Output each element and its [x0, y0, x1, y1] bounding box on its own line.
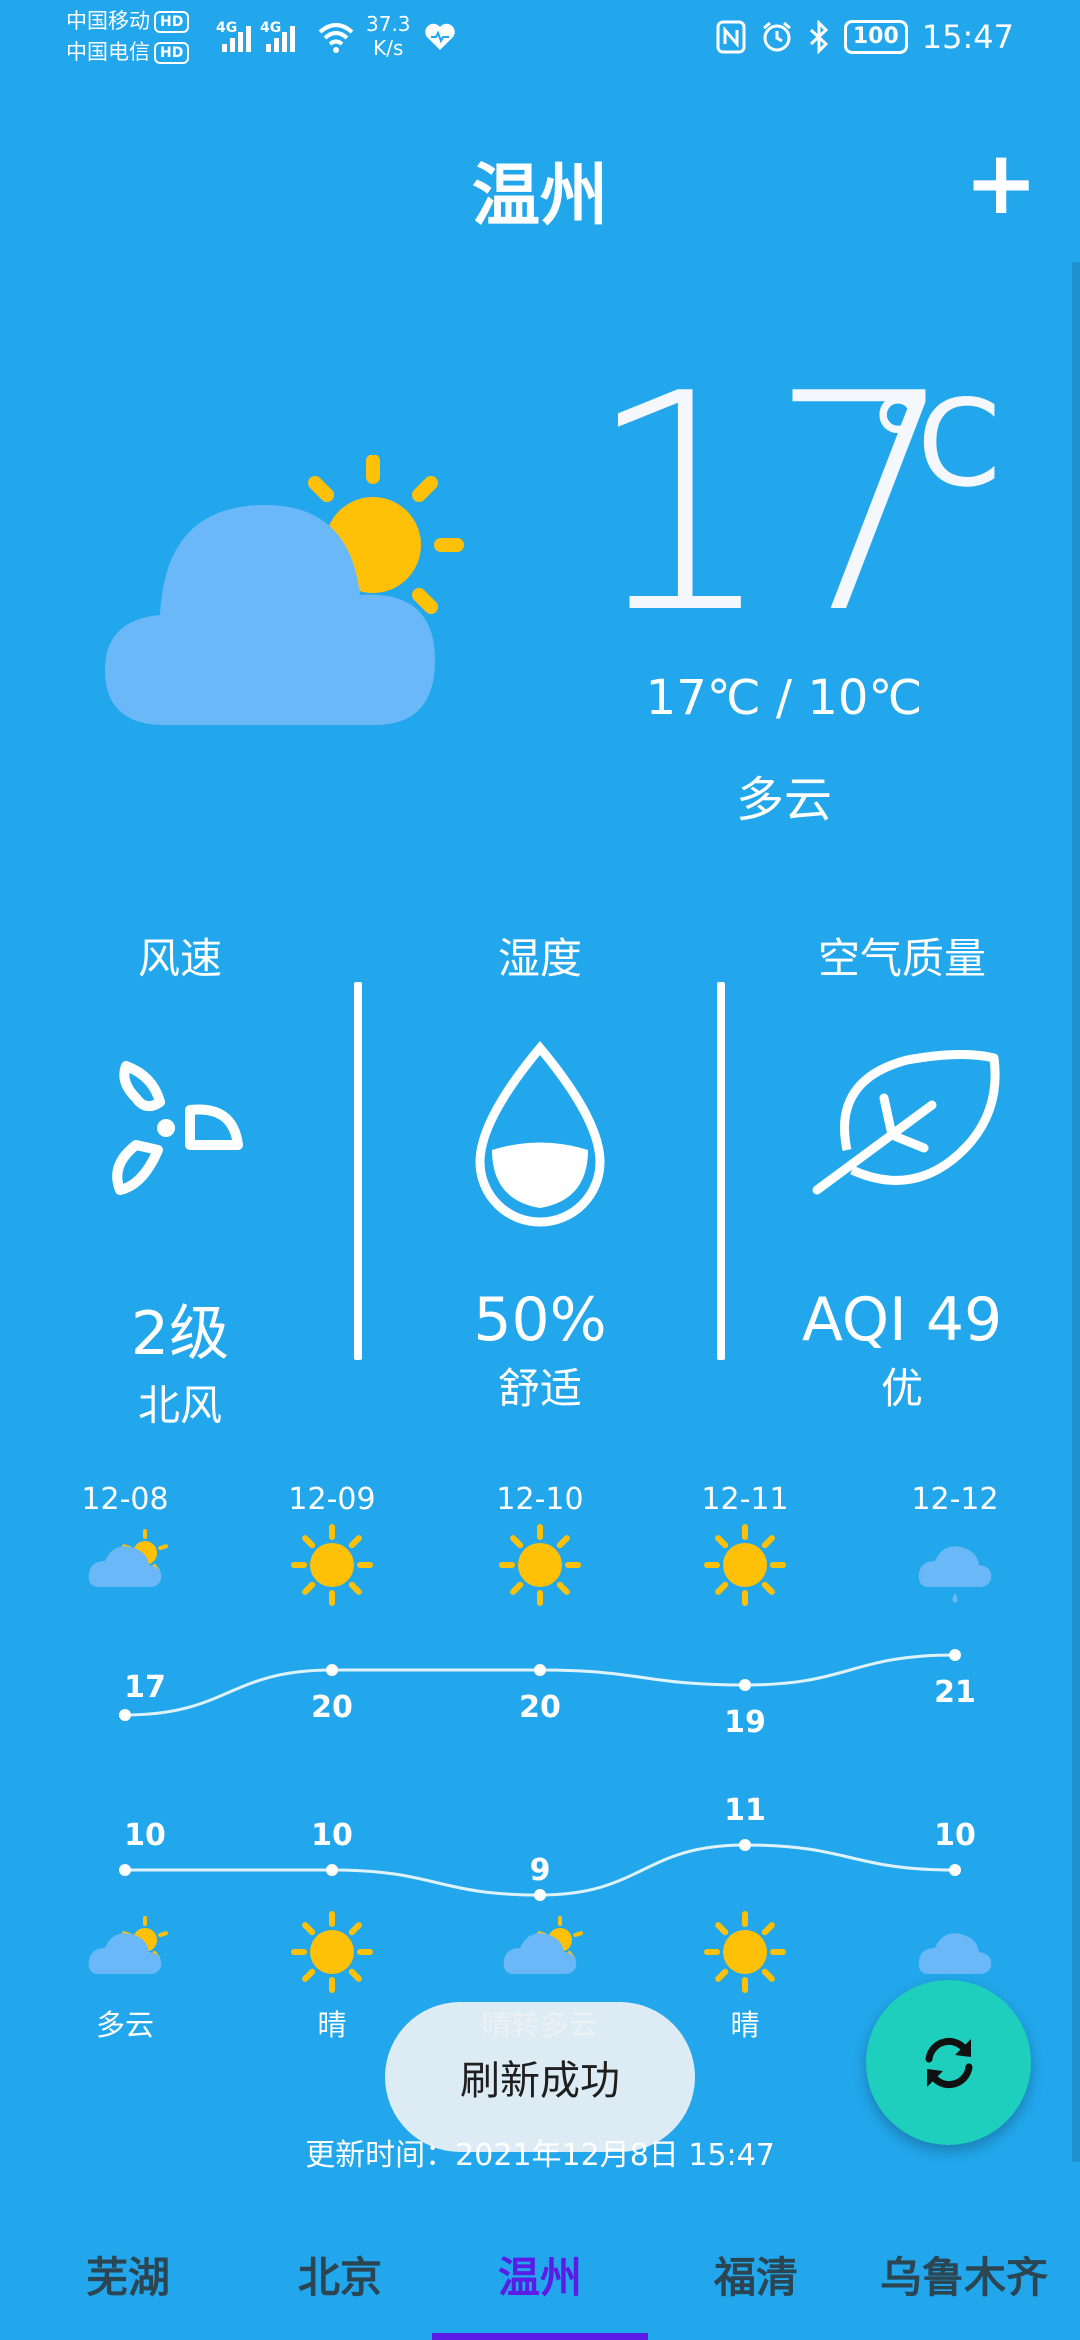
- high-temp-line-point: [739, 1679, 751, 1691]
- cloud-icon: [918, 1933, 992, 1974]
- refresh-button[interactable]: [866, 1980, 1031, 2145]
- partly-cloudy-icon: [88, 1529, 168, 1587]
- partly-cloudy-icon: [503, 1916, 583, 1974]
- high-temp-line-point: [326, 1664, 338, 1676]
- low-temp-line: [125, 1843, 956, 1897]
- tab-city[interactable]: 温州: [432, 2244, 648, 2305]
- high-temp-line-point: [534, 1664, 546, 1676]
- sun-icon: [499, 1524, 581, 1606]
- refresh-icon: [925, 2037, 972, 2088]
- partly-cloudy-icon: [88, 1916, 168, 1974]
- low-temp-line-point: [326, 1864, 338, 1876]
- update-time: 更新时间：2021年12月8日 15:47: [305, 2138, 775, 2173]
- tab-city[interactable]: 北京: [232, 2244, 448, 2305]
- low-temp-line-point: [739, 1839, 751, 1851]
- tab-city[interactable]: 福清: [648, 2244, 864, 2305]
- low-temp-line-point: [119, 1864, 131, 1876]
- active-tab-indicator: [432, 2333, 648, 2340]
- tab-city[interactable]: 芜湖: [20, 2244, 236, 2305]
- rain-cloud-icon: [918, 1546, 992, 1603]
- low-temp-line-point: [534, 1889, 546, 1901]
- high-temp-line-point: [949, 1649, 961, 1661]
- sun-icon: [291, 1524, 373, 1606]
- high-temp-line-point: [119, 1709, 131, 1721]
- sun-icon: [704, 1911, 786, 1993]
- sun-icon: [704, 1524, 786, 1606]
- tab-city[interactable]: 乌鲁木齐: [880, 2244, 1080, 2305]
- low-temp-line-point: [949, 1864, 961, 1876]
- sun-icon: [291, 1911, 373, 1993]
